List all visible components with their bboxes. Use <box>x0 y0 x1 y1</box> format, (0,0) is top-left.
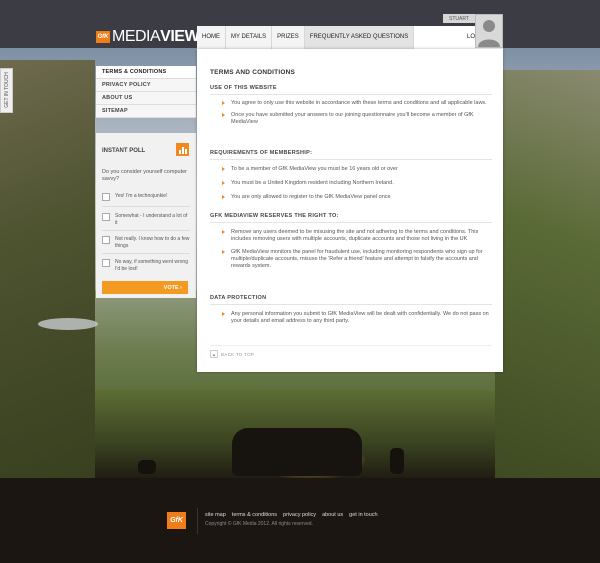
nav-home[interactable]: HOME <box>197 25 226 49</box>
list-item: You must be a United Kingdom resident in… <box>210 180 492 187</box>
arrow-right-icon <box>222 195 225 199</box>
arrow-right-icon <box>222 312 225 316</box>
get-in-touch-label: GET IN TOUCH <box>4 72 10 108</box>
list-item: Remove any users deemed to be misusing t… <box>210 229 492 243</box>
section-use-of-website: USE OF THIS WEBSITE You agree to only us… <box>210 85 492 126</box>
list-item: To be a member of GfK MediaView you must… <box>210 166 492 173</box>
lake <box>38 318 98 330</box>
list-item: You are only allowed to register to the … <box>210 194 492 201</box>
footer-link-privacy[interactable]: privacy policy <box>283 512 316 518</box>
user-silhouette-icon <box>476 15 502 47</box>
logo-badge: GfK <box>96 31 110 43</box>
list-item-text: You must be a United Kingdom resident in… <box>231 180 394 186</box>
page-title: TERMS AND CONDITIONS <box>210 69 296 76</box>
nav-prizes[interactable]: PRIZES <box>272 25 305 49</box>
section-heading: REQUIREMENTS OF MEMBERSHIP: <box>210 150 492 160</box>
list-item-text: Remove any users deemed to be misusing t… <box>231 229 479 242</box>
sidebar-item-about[interactable]: ABOUT US <box>96 92 196 105</box>
poll-question: Do you consider yourself computer savvy? <box>102 169 187 182</box>
list-item: GfK MediaView monitors the panel for fra… <box>210 249 492 270</box>
arrow-right-icon <box>222 230 225 234</box>
get-in-touch-tab[interactable]: GET IN TOUCH <box>0 68 13 113</box>
divider <box>197 508 198 534</box>
poll-option-label: Somewhat - I understand a lot of it <box>115 213 188 226</box>
nav-spacer <box>414 25 461 49</box>
back-to-top-label: BACK TO TOP <box>221 351 255 357</box>
divider <box>102 206 190 207</box>
list-item-text: Once you have submitted your answers to … <box>231 112 474 125</box>
nav-faq[interactable]: FREQUENTLY ASKED QUESTIONS <box>304 25 415 49</box>
section-reserves-right: GFK MEDIAVIEW RESERVES THE RIGHT TO: Rem… <box>210 213 492 270</box>
footer-link-sitemap[interactable]: site map <box>205 512 226 518</box>
back-to-top-link[interactable]: ▲ BACK TO TOP <box>210 350 254 358</box>
footer-link-terms[interactable]: terms & conditions <box>232 512 277 518</box>
bar-chart-icon <box>176 143 189 156</box>
copyright: Copyright © GfK Media 2012. All rights r… <box>205 521 313 527</box>
arrow-right-icon <box>222 101 225 105</box>
arrow-right-icon <box>222 167 225 171</box>
list-item: Any personal information you submit to G… <box>210 311 492 325</box>
dog-silhouette-left <box>138 460 156 474</box>
section-heading: GFK MEDIAVIEW RESERVES THE RIGHT TO: <box>210 213 492 223</box>
list-item-text: You are only allowed to register to the … <box>231 194 391 200</box>
divider <box>102 230 190 231</box>
footer-link-contact[interactable]: get in touch <box>349 512 377 518</box>
dog-silhouette-right <box>390 448 404 474</box>
section-heading: USE OF THIS WEBSITE <box>210 85 492 95</box>
vote-button[interactable]: VOTE › <box>102 281 188 294</box>
site-logo[interactable]: GfK MEDIAVIEW <box>96 28 200 46</box>
poll-checkbox[interactable] <box>102 259 110 267</box>
sidebar-item-sitemap[interactable]: SITEMAP <box>96 105 196 118</box>
list-item: Once you have submitted your answers to … <box>210 112 492 126</box>
poll-checkbox[interactable] <box>102 236 110 244</box>
poll-checkbox[interactable] <box>102 213 110 221</box>
arrow-right-icon <box>222 250 225 254</box>
poll-checkbox[interactable] <box>102 193 110 201</box>
main-nav: HOME MY DETAILS PRIZES FREQUENTLY ASKED … <box>197 25 503 49</box>
list-item: You agree to only use this website in ac… <box>210 100 492 107</box>
poll-title: INSTANT POLL <box>102 148 146 154</box>
list-item-text: To be a member of GfK MediaView you must… <box>231 166 398 172</box>
instant-poll: INSTANT POLL Do you consider yourself co… <box>96 133 196 298</box>
sidebar-item-terms[interactable]: TERMS & CONDITIONS <box>96 66 196 79</box>
sidebar-menu: TERMS & CONDITIONS PRIVACY POLICY ABOUT … <box>96 66 196 118</box>
divider <box>210 345 492 346</box>
footer-logo[interactable]: GfK <box>167 512 186 529</box>
logo-media: MEDIA <box>112 28 161 45</box>
footer-links: site map terms & conditions privacy poli… <box>205 512 378 518</box>
list-item-text: You agree to only use this website in ac… <box>231 100 487 106</box>
divider <box>102 253 190 254</box>
sofa-silhouette <box>232 428 362 476</box>
footer-link-about[interactable]: about us <box>322 512 343 518</box>
arrow-right-icon <box>222 181 225 185</box>
arrow-right-icon <box>222 113 225 117</box>
poll-option[interactable]: Somewhat - I understand a lot of it <box>102 213 190 226</box>
poll-option[interactable]: Yes! I'm a technojunkie! <box>102 193 190 201</box>
nav-my-details[interactable]: MY DETAILS <box>226 25 273 49</box>
poll-option-label: Not really. I know how to do a few thing… <box>115 236 190 249</box>
avatar[interactable] <box>475 14 503 48</box>
logo-view: VIEW <box>160 28 200 45</box>
list-item-text: Any personal information you submit to G… <box>231 311 489 324</box>
cliff-left <box>0 60 95 480</box>
username-tab[interactable]: STUART <box>443 14 475 23</box>
poll-option[interactable]: Not really. I know how to do a few thing… <box>102 236 190 249</box>
list-item-text: GfK MediaView monitors the panel for fra… <box>231 249 483 269</box>
poll-option-label: Yes! I'm a technojunkie! <box>115 193 168 199</box>
section-data-protection: DATA PROTECTION Any personal information… <box>210 295 492 325</box>
logo-text: MEDIAVIEW <box>112 28 200 46</box>
section-heading: DATA PROTECTION <box>210 295 492 305</box>
section-requirements: REQUIREMENTS OF MEMBERSHIP: To be a memb… <box>210 150 492 201</box>
chevron-up-icon: ▲ <box>210 350 218 358</box>
terms-content: TERMS AND CONDITIONS USE OF THIS WEBSITE… <box>197 49 503 372</box>
poll-option[interactable]: No way, if something went wrong I'd be l… <box>102 259 190 272</box>
poll-option-label: No way, if something went wrong I'd be l… <box>115 259 188 272</box>
sidebar-item-privacy[interactable]: PRIVACY POLICY <box>96 79 196 92</box>
cliff-right <box>495 70 600 480</box>
